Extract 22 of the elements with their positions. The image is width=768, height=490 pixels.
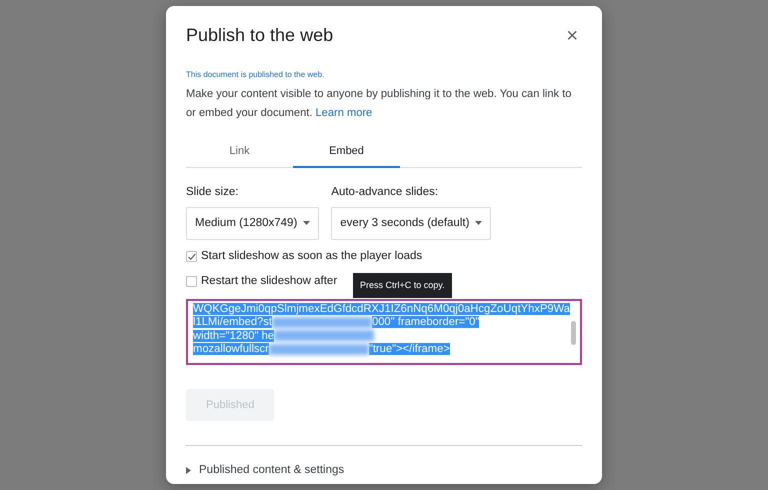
checkbox-label: Restart the slideshow after [201, 274, 338, 290]
tab[interactable]: Embed [293, 139, 400, 168]
checkbox[interactable] [186, 251, 197, 262]
dropdown[interactable]: every 3 seconds (default) [331, 206, 492, 240]
dropdown[interactable]: Medium (1280x749) [186, 206, 320, 240]
description-text: Make your content visible to anyone by publishing it to the web. You can link to or embed your document. Learn more [186, 87, 572, 121]
close-button[interactable]: × [562, 26, 582, 46]
learn-more-link[interactable]: Learn more [316, 107, 372, 119]
embed-code-field[interactable]: WQKGgeJmi0qpSlmjmexEdGfdcdRXJ1IZ6nNq6M0qj0aHcgZoUqtYhxP9Wa l1LMi/embed?st 000" frameborder="0" width="1280" he mozallowfullscr "true"></iframe> [186, 298, 582, 364]
status-message: This document is published to the web. [186, 69, 326, 81]
checkbox[interactable] [186, 276, 197, 288]
tooltip: Press Ctrl+C to copy. [353, 272, 452, 298]
triangle-icon [186, 467, 191, 474]
scrollbar-thumb[interactable] [571, 320, 576, 344]
caret-icon [475, 221, 482, 226]
caret-icon [303, 221, 310, 226]
expander-toggle[interactable]: Published content & settings [186, 462, 344, 480]
field-label: Slide size: [186, 184, 240, 200]
tab[interactable]: Link [186, 139, 293, 168]
dialog-title: Publish to the web [186, 24, 334, 47]
field-label: Auto-advance slides: [331, 184, 440, 200]
checkbox-label: Start slideshow as soon as the player loads [201, 249, 422, 264]
